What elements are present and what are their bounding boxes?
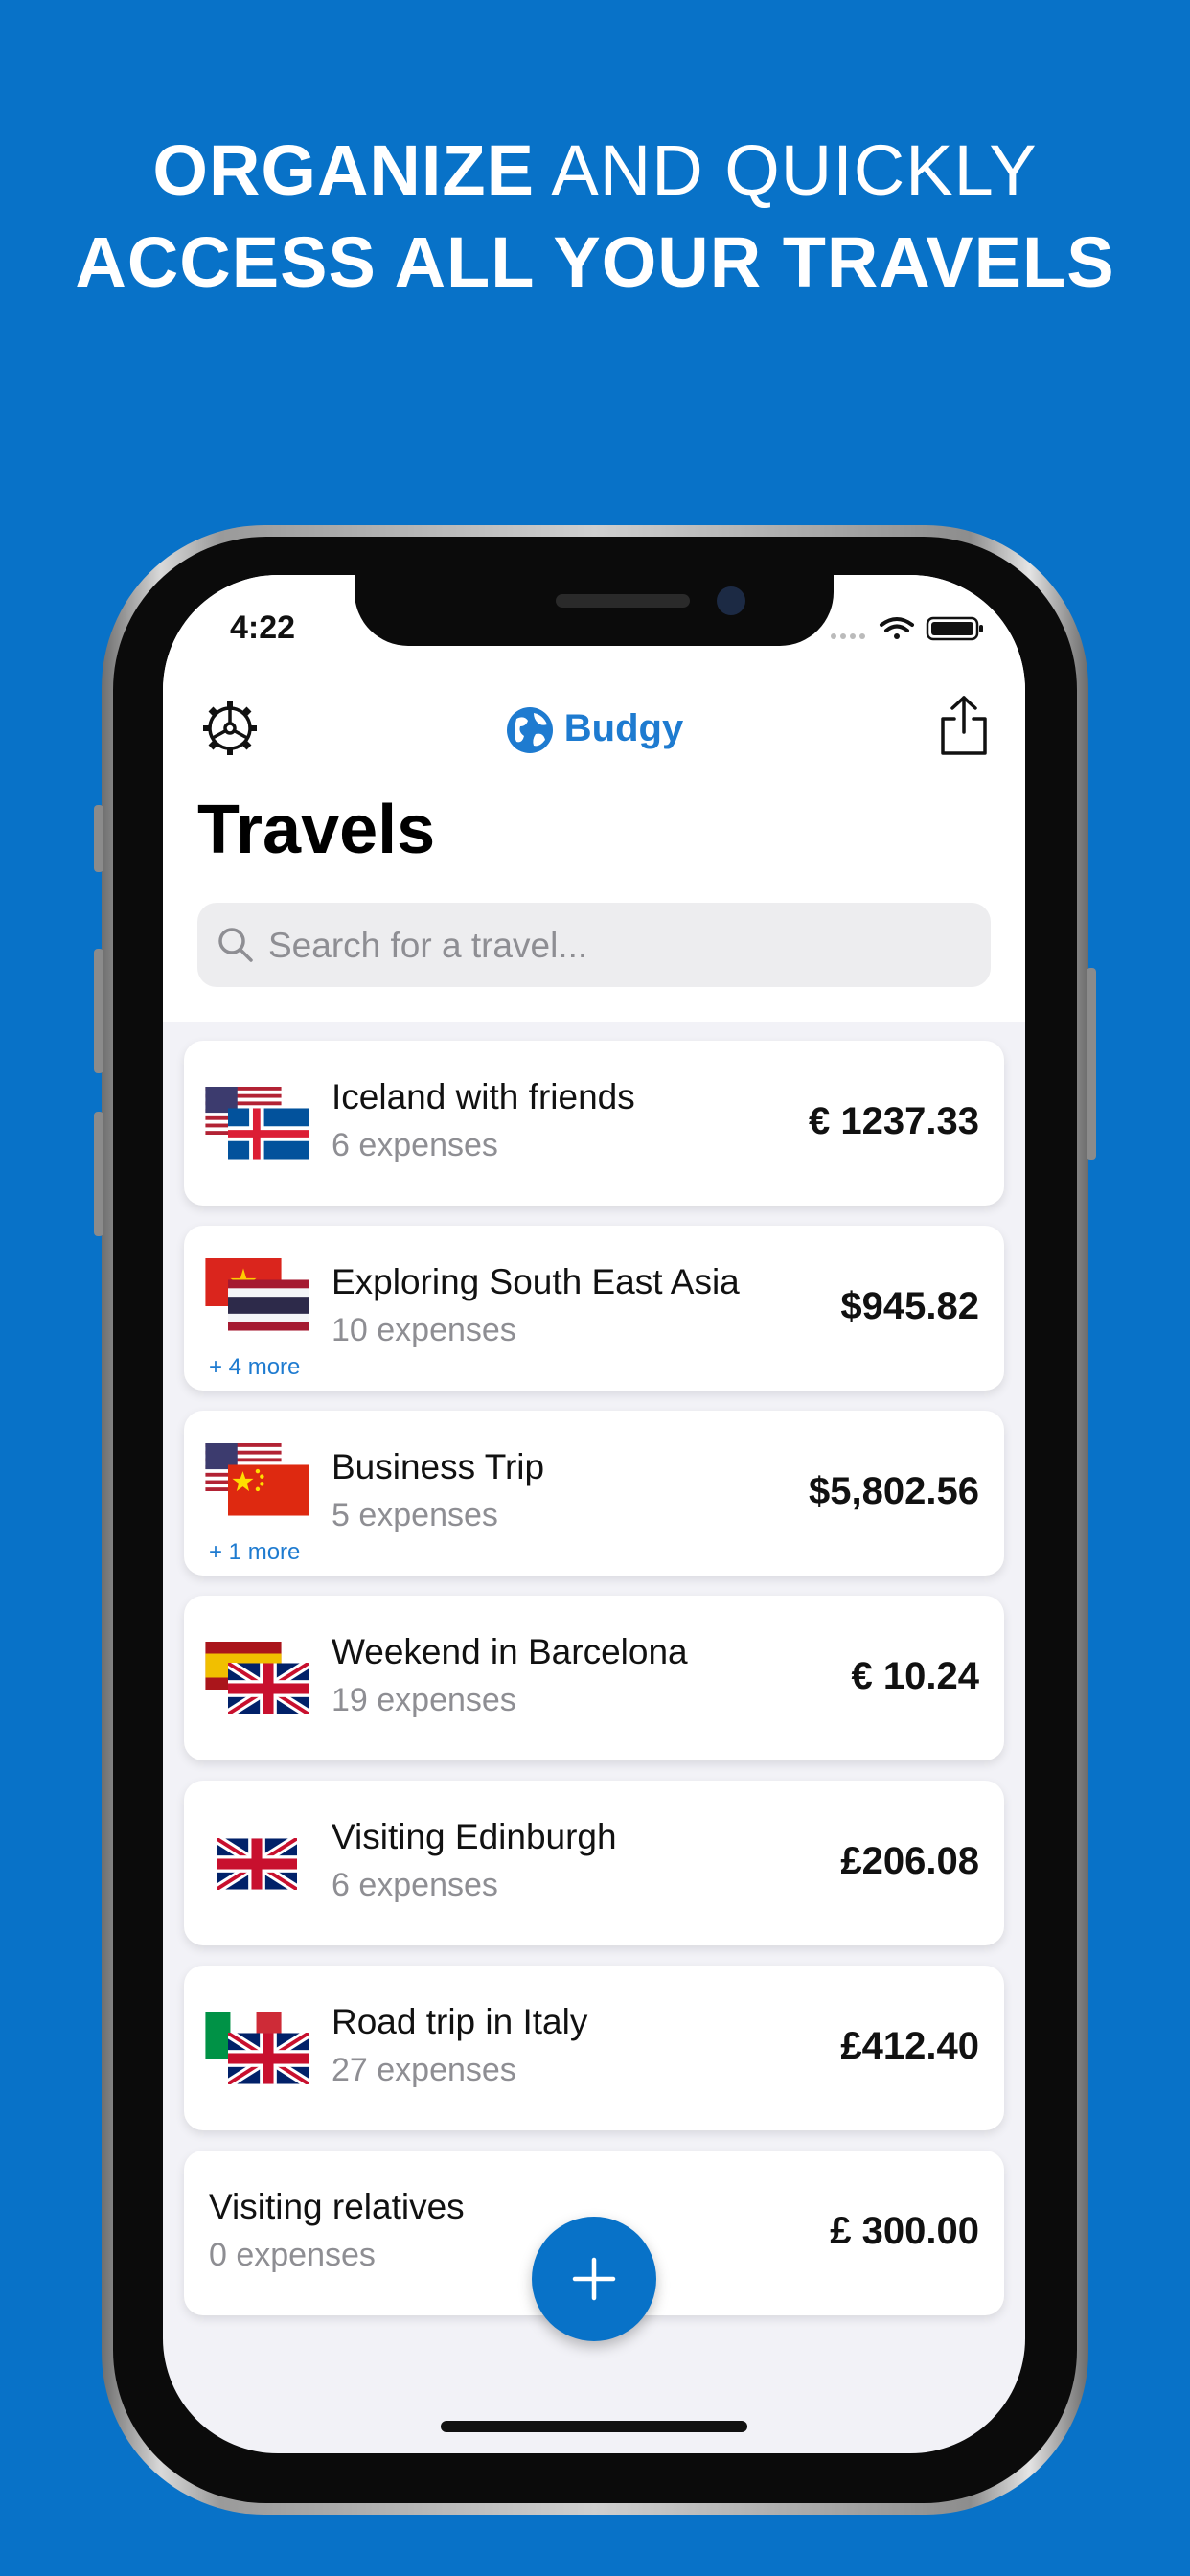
flags-icon (205, 1258, 309, 1331)
travel-amount: £206.08 (840, 1840, 979, 1882)
travel-expense-count: 19 expenses (332, 1682, 516, 1718)
travel-title: Exploring South East Asia (332, 1262, 740, 1301)
search-icon (218, 928, 253, 962)
more-countries-label: + 4 more (209, 1354, 301, 1380)
flags-icon (205, 1827, 310, 1899)
headline-line-2: ACCESS ALL YOUR TRAVELS (75, 222, 1115, 302)
battery-icon (926, 616, 983, 641)
plus-icon (572, 2257, 616, 2301)
power-button (1087, 968, 1096, 1160)
travel-expense-count: 27 expenses (332, 2052, 516, 2088)
status-time: 4:22 (230, 610, 296, 646)
front-camera (717, 586, 745, 615)
travel-amount: € 1237.33 (809, 1100, 979, 1142)
travel-title: Visiting relatives (209, 2187, 465, 2226)
travel-expense-count: 6 expenses (332, 1127, 498, 1163)
headline-line-1: ORGANIZE AND QUICKLY (152, 130, 1038, 210)
travel-amount: $5,802.56 (809, 1470, 979, 1512)
globe-icon (506, 707, 553, 754)
status-indicators (828, 613, 991, 642)
brand-title: Budgy (163, 700, 1025, 757)
travel-title: Business Trip (332, 1447, 545, 1486)
travel-title: Weekend in Barcelona (332, 1632, 688, 1671)
travel-amount: £412.40 (840, 2025, 979, 2067)
flags-icon (205, 1443, 309, 1516)
notch (355, 575, 834, 646)
travel-card-iceland[interactable]: Iceland with friends 6 expenses € 1237.3… (184, 1041, 1004, 1206)
travel-expense-count: 6 expenses (332, 1867, 498, 1903)
travel-card-italy[interactable]: Road trip in Italy 27 expenses £412.40 (184, 1966, 1004, 2130)
travel-title: Iceland with friends (332, 1077, 635, 1116)
travel-card-south-east-asia[interactable]: + 4 more Exploring South East Asia 10 ex… (184, 1226, 1004, 1391)
signal-icon (831, 633, 865, 639)
search-bar[interactable] (197, 903, 991, 989)
search-input[interactable] (266, 903, 979, 989)
flags-icon (205, 1087, 309, 1160)
add-travel-button[interactable] (532, 2217, 656, 2341)
home-indicator[interactable] (441, 2421, 747, 2432)
mute-switch (94, 805, 103, 872)
travel-title: Visiting Edinburgh (332, 1817, 617, 1856)
travel-amount: $945.82 (840, 1285, 979, 1327)
travel-card-business-trip[interactable]: + 1 more Business Trip 5 expenses $5,802… (184, 1411, 1004, 1576)
travel-expense-count: 0 expenses (209, 2237, 376, 2273)
volume-up-button (94, 949, 103, 1073)
phone-screen: 4:22 Budgy Travels Search for a travel..… (163, 575, 1025, 2453)
volume-down-button (94, 1112, 103, 1236)
brand-name: Budgy (563, 707, 684, 749)
marketing-headline: ORGANIZE AND QUICKLY ACCESS ALL YOUR TRA… (0, 125, 1190, 309)
travel-amount: € 10.24 (851, 1655, 979, 1697)
more-countries-label: + 1 more (209, 1539, 301, 1565)
travel-expense-count: 5 expenses (332, 1497, 498, 1533)
speaker (556, 594, 690, 608)
share-icon[interactable] (935, 694, 993, 757)
travel-card-edinburgh[interactable]: Visiting Edinburgh 6 expenses £206.08 (184, 1781, 1004, 1945)
flags-icon (205, 1642, 310, 1714)
travel-amount: £ 300.00 (830, 2210, 979, 2252)
travel-title: Road trip in Italy (332, 2002, 588, 2041)
travel-expense-count: 10 expenses (332, 1312, 516, 1348)
travel-card-barcelona[interactable]: Weekend in Barcelona 19 expenses € 10.24 (184, 1596, 1004, 1760)
flags-icon (205, 2012, 310, 2084)
page-title: Travels (197, 792, 436, 868)
wifi-icon (880, 617, 914, 639)
